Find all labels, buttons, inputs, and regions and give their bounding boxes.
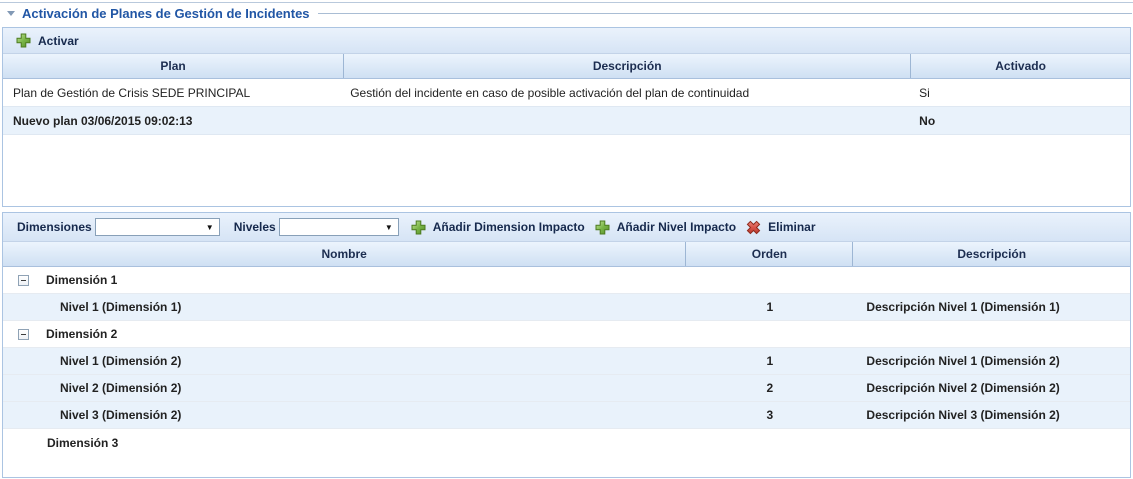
column-header-plan[interactable]: Plan <box>3 54 344 78</box>
fieldset-legend-line <box>318 13 1132 14</box>
orden-cell: 1 <box>686 300 853 314</box>
dimension-name: Dimensión 1 <box>46 273 117 287</box>
red-x-icon <box>746 220 761 235</box>
dimension-name: Dimensión 2 <box>46 327 117 341</box>
activar-button-label: Activar <box>38 34 79 48</box>
green-plus-icon <box>16 33 31 48</box>
nombre-cell: Nivel 3 (Dimensión 2) <box>3 408 686 422</box>
tree-collapse-minus-icon[interactable] <box>18 275 29 286</box>
tree-row-dimension-2[interactable]: Dimensión 2 <box>3 321 1130 348</box>
eliminar-button[interactable]: Eliminar <box>746 220 815 235</box>
orden-cell: 2 <box>686 381 853 395</box>
descripcion-cell: Descripción Nivel 1 (Dimensión 2) <box>853 354 1130 368</box>
dimensiones-label: Dimensiones <box>17 220 92 234</box>
dimensions-toolbar: Dimensiones ▼ Niveles ▼ Añadir Dimension… <box>3 213 1130 242</box>
activar-button[interactable]: Activar <box>16 33 79 48</box>
chevron-down-icon: ▼ <box>385 223 398 232</box>
tree-row-nivel-3-dim-2[interactable]: Nivel 3 (Dimensión 2) 3 Descripción Nive… <box>3 402 1130 429</box>
column-header-activado[interactable]: Activado <box>911 54 1130 78</box>
level-name: Nivel 2 (Dimensión 2) <box>60 381 181 395</box>
page-title: Activación de Planes de Gestión de Incid… <box>22 6 310 21</box>
add-dimension-impacto-label: Añadir Dimension Impacto <box>433 220 585 234</box>
tree-row-dimension-3[interactable]: Dimensión 3 <box>3 429 1130 456</box>
plans-toolbar: Activar <box>3 28 1130 54</box>
table-row-plan-1[interactable]: Plan de Gestión de Crisis SEDE PRINCIPAL… <box>3 79 1130 107</box>
niveles-label: Niveles <box>234 220 276 234</box>
plan-cell: Plan de Gestión de Crisis SEDE PRINCIPAL <box>3 86 344 100</box>
column-header-nombre[interactable]: Nombre <box>3 242 686 266</box>
green-plus-icon <box>595 220 610 235</box>
table-row-plan-2[interactable]: Nuevo plan 03/06/2015 09:02:13 No <box>3 107 1130 135</box>
fieldset-header: Activación de Planes de Gestión de Incid… <box>0 3 1133 24</box>
add-nivel-impacto-label: Añadir Nivel Impacto <box>617 220 736 234</box>
nombre-cell: Dimensión 3 <box>3 436 686 450</box>
descripcion-cell: Descripción Nivel 2 (Dimensión 2) <box>853 381 1130 395</box>
activado-cell: Si <box>911 86 1130 100</box>
dimensions-panel: Dimensiones ▼ Niveles ▼ Añadir Dimension… <box>2 212 1131 478</box>
add-dimension-impacto-button[interactable]: Añadir Dimension Impacto <box>411 220 585 235</box>
add-nivel-impacto-button[interactable]: Añadir Nivel Impacto <box>595 220 736 235</box>
plans-grid-header: Plan Descripción Activado <box>3 54 1130 79</box>
chevron-down-icon: ▼ <box>206 223 219 232</box>
nombre-cell: Nivel 2 (Dimensión 2) <box>3 381 686 395</box>
descripcion-cell: Descripción Nivel 1 (Dimensión 1) <box>853 300 1130 314</box>
plans-panel: Activar Plan Descripción Activado Plan d… <box>2 27 1131 207</box>
column-header-orden[interactable]: Orden <box>686 242 853 266</box>
column-header-descripcion[interactable]: Descripción <box>853 242 1130 266</box>
descripcion-cell: Gestión del incidente en caso de posible… <box>344 86 911 100</box>
tree-row-nivel-1-dim-1[interactable]: Nivel 1 (Dimensión 1) 1 Descripción Nive… <box>3 294 1130 321</box>
tree-row-dimension-1[interactable]: Dimensión 1 <box>3 267 1130 294</box>
orden-cell: 3 <box>686 408 853 422</box>
collapse-panel-arrow-icon[interactable] <box>7 11 15 16</box>
activado-cell: No <box>911 114 1130 128</box>
dimension-name: Dimensión 3 <box>47 436 118 450</box>
nombre-cell: Dimensión 2 <box>3 327 686 341</box>
tree-collapse-minus-icon[interactable] <box>18 329 29 340</box>
level-name: Nivel 1 (Dimensión 2) <box>60 354 181 368</box>
column-header-descripcion[interactable]: Descripción <box>344 54 911 78</box>
nombre-cell: Nivel 1 (Dimensión 1) <box>3 300 686 314</box>
green-plus-icon <box>411 220 426 235</box>
nombre-cell: Nivel 1 (Dimensión 2) <box>3 354 686 368</box>
tree-row-nivel-1-dim-2[interactable]: Nivel 1 (Dimensión 2) 1 Descripción Nive… <box>3 348 1130 375</box>
level-name: Nivel 3 (Dimensión 2) <box>60 408 181 422</box>
tree-row-nivel-2-dim-2[interactable]: Nivel 2 (Dimensión 2) 2 Descripción Nive… <box>3 375 1130 402</box>
plan-cell: Nuevo plan 03/06/2015 09:02:13 <box>3 114 344 128</box>
descripcion-cell: Descripción Nivel 3 (Dimensión 2) <box>853 408 1130 422</box>
eliminar-button-label: Eliminar <box>768 220 815 234</box>
level-name: Nivel 1 (Dimensión 1) <box>60 300 181 314</box>
dimensions-grid-header: Nombre Orden Descripción <box>3 242 1130 267</box>
nombre-cell: Dimensión 1 <box>3 273 686 287</box>
orden-cell: 1 <box>686 354 853 368</box>
niveles-select[interactable]: ▼ <box>279 218 399 236</box>
dimensiones-select[interactable]: ▼ <box>95 218 220 236</box>
